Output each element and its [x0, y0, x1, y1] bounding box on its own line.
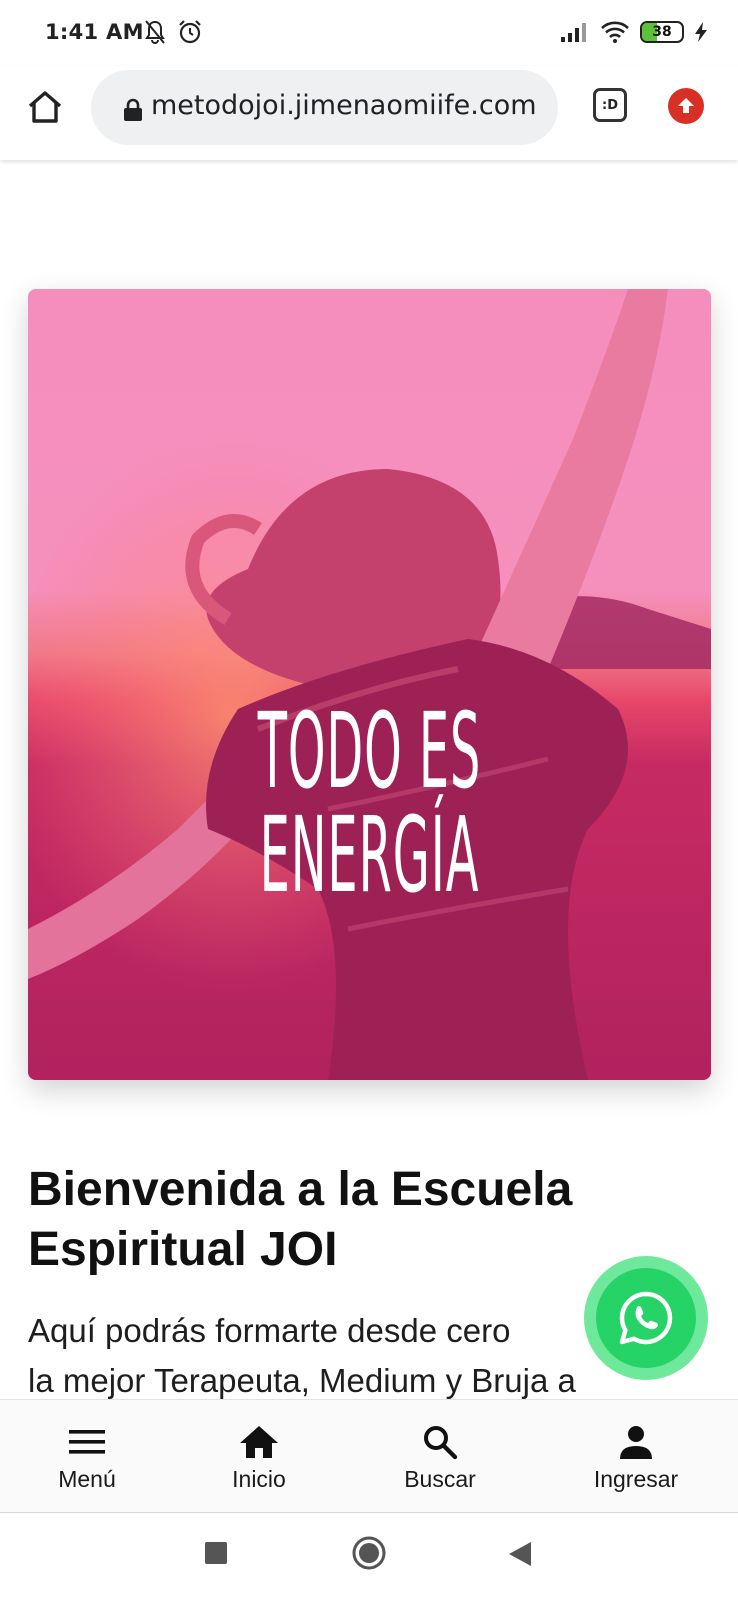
tab-switcher-button[interactable]: :D [593, 88, 627, 122]
charging-icon [695, 22, 707, 42]
status-time: 1:41 AM [45, 20, 144, 44]
nav-item-menu[interactable]: Menú [27, 1400, 147, 1514]
nav-item-login[interactable]: Ingresar [576, 1400, 696, 1514]
back-icon[interactable] [509, 1542, 531, 1566]
nav-item-search[interactable]: Buscar [380, 1400, 500, 1514]
status-bar: 1:41 AM 38 [0, 0, 738, 66]
page-title: Bienvenida a la Escuela Espiritual JOI [28, 1163, 573, 1276]
bottom-navigation: Menú Inicio Buscar Ingresar [0, 1399, 738, 1513]
status-icons-right: 38 [560, 20, 708, 44]
browser-home-button[interactable] [24, 86, 66, 128]
whatsapp-button[interactable] [584, 1256, 708, 1380]
notifications-muted-icon [145, 20, 165, 44]
hero-image: TODO ES ENERGÍA [28, 289, 711, 1080]
user-icon [620, 1426, 652, 1459]
home-icon [28, 91, 62, 123]
alarm-icon [179, 20, 201, 44]
lock-icon [124, 98, 142, 121]
address-bar[interactable]: metodojoi.jimenaomiife.com [91, 70, 558, 145]
whatsapp-icon [619, 1291, 673, 1345]
hero-photo [28, 289, 711, 1080]
wifi-icon [601, 21, 629, 43]
nav-label: Inicio [232, 1466, 286, 1492]
nav-item-home[interactable]: Inicio [199, 1400, 319, 1514]
whatsapp-button-core[interactable] [596, 1268, 696, 1368]
battery-level: 38 [652, 24, 672, 40]
tab-switcher-icon: :D [602, 97, 618, 113]
browser-toolbar: metodojoi.jimenaomiife.com :D [0, 66, 738, 160]
battery-icon: 38 [640, 21, 684, 43]
status-icons-left [143, 19, 203, 45]
update-button[interactable] [668, 88, 704, 124]
nav-label: Buscar [404, 1466, 476, 1492]
home-icon [240, 1426, 278, 1458]
nav-label: Ingresar [593, 1466, 679, 1492]
update-icon [678, 98, 694, 113]
url-text: metodojoi.jimenaomiife.com [151, 90, 537, 121]
home-circle-icon[interactable] [352, 1536, 386, 1570]
recents-icon[interactable] [205, 1542, 227, 1564]
nav-label: Menú [58, 1466, 116, 1492]
hero-caption: TODO ES ENERGÍA [257, 690, 482, 916]
search-icon [424, 1426, 458, 1460]
system-navigation [0, 1513, 738, 1600]
signal-icon [561, 23, 586, 42]
menu-icon [69, 1430, 105, 1454]
